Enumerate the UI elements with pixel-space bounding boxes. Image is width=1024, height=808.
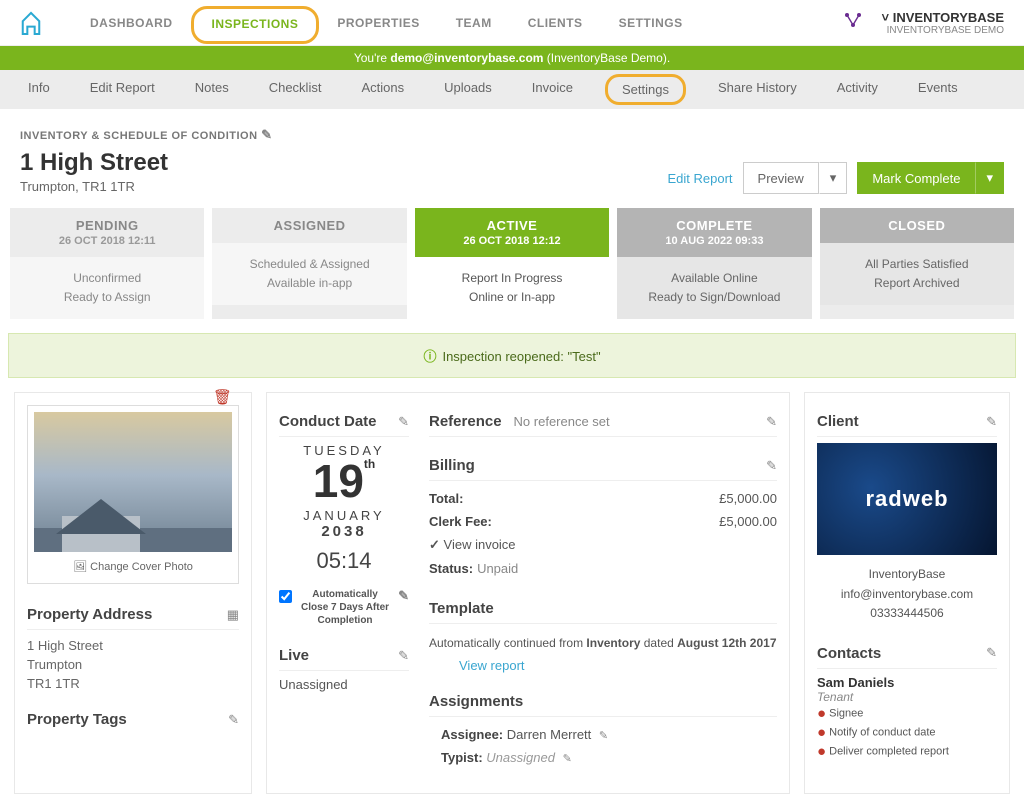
mark-complete-button[interactable]: Mark Complete [857,162,975,194]
network-icon[interactable] [844,12,862,33]
contacts-heading: Contacts [817,645,881,662]
tab-actions[interactable]: Actions [353,70,412,109]
client-heading: Client [817,413,859,430]
edit-contacts-icon[interactable]: ✎ [986,645,997,661]
address-line: Trumpton [27,655,239,674]
cover-photo: 🗑 🖼 Change Cover Photo [27,405,239,584]
billing-heading: Billing [429,457,475,474]
nav-settings[interactable]: SETTINGS [601,2,701,44]
assignee-value: Darren Merrett [507,727,592,742]
image-icon: 🖼 [73,561,87,573]
live-value: Unassigned [279,677,409,692]
nav-dashboard[interactable]: DASHBOARD [72,2,191,44]
typist-value: Unassigned [486,750,555,765]
change-cover-button[interactable]: 🖼 Change Cover Photo [34,552,232,577]
map-icon[interactable]: ▦ [227,607,239,623]
auto-close-label: Automatically Close 7 Days After Complet… [298,588,392,627]
template-description: Automatically continued from Inventory d… [429,630,777,657]
tab-checklist[interactable]: Checklist [261,70,330,109]
tab-share-history[interactable]: Share History [710,70,805,109]
property-address-heading: Property Address [27,606,152,623]
alert-banner: ⓘInspection reopened: "Test" [8,333,1016,378]
edit-client-icon[interactable]: ✎ [986,414,997,430]
preview-dropdown-button[interactable]: ▾ [819,162,848,194]
reference-heading: Reference [429,413,502,430]
conduct-date: TUESDAY 19th JANUARY 2038 05:14 [279,443,409,574]
tab-settings[interactable]: Settings [605,74,686,105]
clerk-fee-value: £5,000.00 [719,514,777,529]
mark-complete-dropdown-button[interactable]: ▾ [975,162,1004,194]
total-value: £5,000.00 [719,491,777,506]
edit-breadcrumb-icon[interactable]: ✎ [261,127,272,142]
property-tags-heading: Property Tags [27,711,127,728]
tab-uploads[interactable]: Uploads [436,70,500,109]
tab-events[interactable]: Events [910,70,966,109]
logo-icon[interactable] [20,10,42,36]
auto-close-checkbox[interactable] [279,590,292,603]
view-invoice-link[interactable]: View invoice [429,533,777,557]
clerk-fee-label: Clerk Fee: [429,514,492,529]
assignments-heading: Assignments [429,693,523,710]
breadcrumb: INVENTORY & SCHEDULE OF CONDITION ✎ [20,127,273,143]
client-phone: 03333444506 [817,604,997,623]
reference-value: No reference set [514,414,767,429]
template-heading: Template [429,600,494,617]
stage-assigned[interactable]: ASSIGNEDScheduled & AssignedAvailable in… [212,208,406,319]
account-menu[interactable]: ˅ INVENTORYBASE INVENTORYBASE DEMO [882,10,1004,36]
edit-assignee-icon[interactable]: ✎ [599,730,608,742]
nav-clients[interactable]: CLIENTS [510,2,601,44]
tab-activity[interactable]: Activity [829,70,886,109]
client-name: InventoryBase [817,565,997,584]
contact-flag: ● Deliver completed report [817,742,997,761]
edit-typist-icon[interactable]: ✎ [563,753,572,765]
live-heading: Live [279,647,309,664]
tab-info[interactable]: Info [20,70,58,109]
edit-reference-icon[interactable]: ✎ [766,414,777,430]
address-line: 1 High Street [27,636,239,655]
stage-active[interactable]: ACTIVE26 OCT 2018 12:12Report In Progres… [415,208,609,319]
billing-status-value: Unpaid [477,561,518,576]
edit-report-link[interactable]: Edit Report [668,171,733,186]
edit-auto-close-icon[interactable]: ✎ [398,588,409,605]
contact-flag: ● Notify of conduct date [817,723,997,742]
tab-invoice[interactable]: Invoice [524,70,581,109]
client-email: info@inventorybase.com [817,585,997,604]
contact-flag: ● Signee [817,704,997,723]
page-title: 1 High Street [20,149,273,177]
stage-closed[interactable]: CLOSEDAll Parties SatisfiedReport Archiv… [820,208,1014,319]
edit-tags-icon[interactable]: ✎ [228,712,239,728]
stage-complete[interactable]: COMPLETE10 AUG 2022 09:33Available Onlin… [617,208,811,319]
client-logo: radweb [817,443,997,555]
billing-status-label: Status: [429,561,473,576]
address-line: TR1 1TR [27,674,239,693]
contact-role: Tenant [817,690,997,704]
conduct-date-heading: Conduct Date [279,413,377,430]
assignee-label: Assignee: [441,727,503,742]
typist-label: Typist: [441,750,483,765]
impersonation-banner: You're demo@inventorybase.com (Inventory… [0,46,1024,70]
edit-conduct-icon[interactable]: ✎ [398,414,409,430]
contact-name: Sam Daniels [817,675,997,690]
total-label: Total: [429,491,463,506]
tab-notes[interactable]: Notes [187,70,237,109]
delete-cover-icon[interactable]: 🗑 [213,388,232,406]
view-report-link[interactable]: View report [429,658,777,673]
page-subtitle: Trumpton, TR1 1TR [20,179,273,194]
nav-inspections[interactable]: INSPECTIONS [191,6,320,44]
preview-button[interactable]: Preview [743,162,819,194]
info-icon: ⓘ [423,349,436,364]
nav-team[interactable]: TEAM [438,2,510,44]
nav-properties[interactable]: PROPERTIES [319,2,437,44]
edit-billing-icon[interactable]: ✎ [766,458,777,474]
stage-pending[interactable]: PENDING26 OCT 2018 12:11UnconfirmedReady… [10,208,204,319]
tab-edit-report[interactable]: Edit Report [82,70,163,109]
edit-live-icon[interactable]: ✎ [398,648,409,664]
